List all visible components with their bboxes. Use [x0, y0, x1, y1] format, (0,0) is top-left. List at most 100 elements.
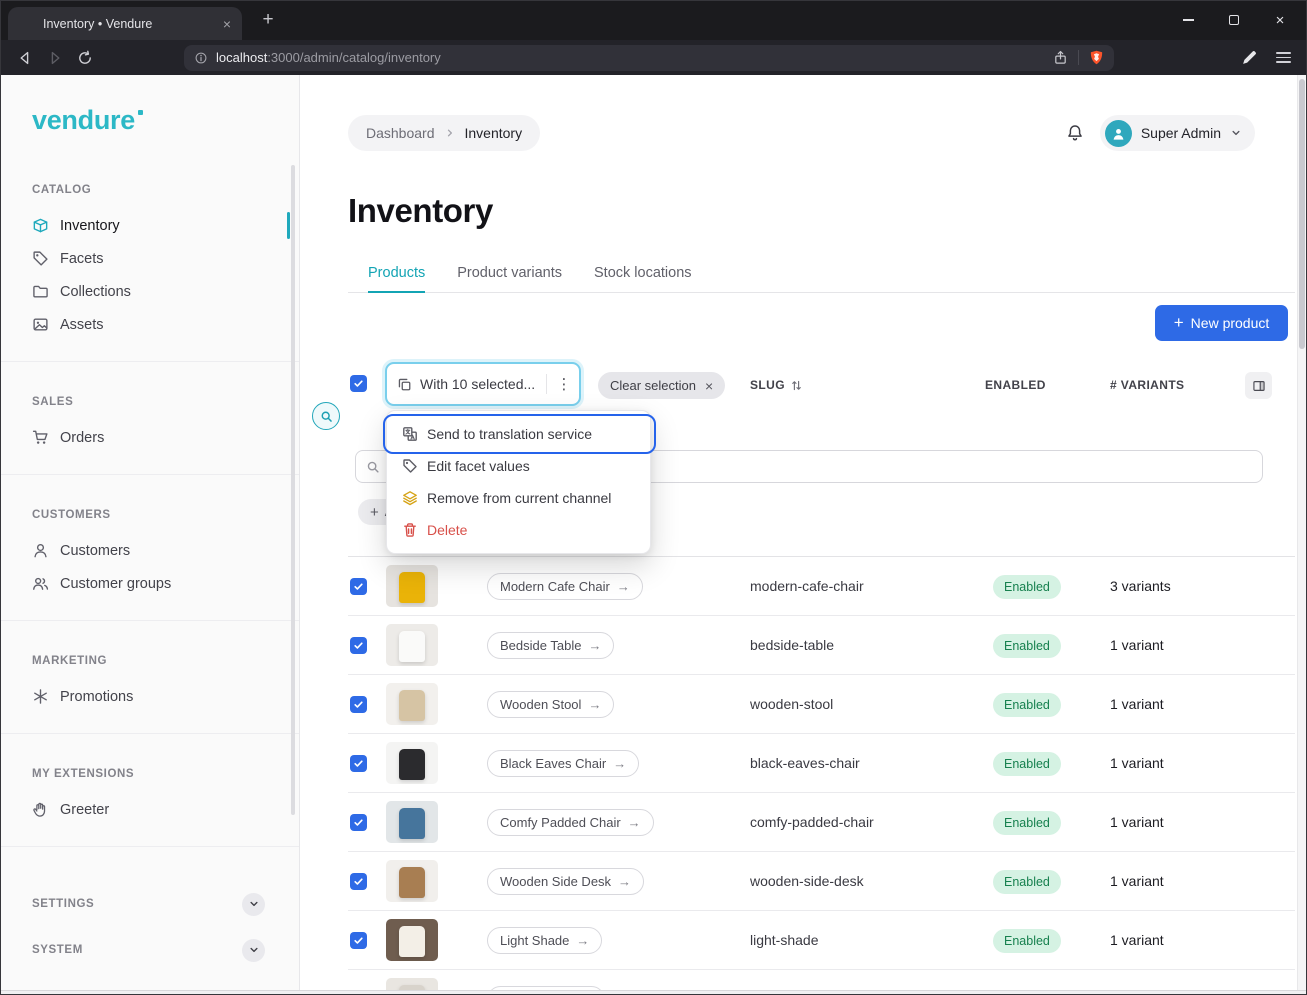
column-header-slug[interactable]: SLUG	[750, 378, 803, 392]
close-icon[interactable]: ×	[705, 378, 713, 394]
row-checkbox[interactable]	[350, 696, 367, 713]
browser-forward-button[interactable]	[40, 44, 70, 72]
columns-icon	[1252, 379, 1266, 393]
with-selected-button[interactable]: With 10 selected... ⋮	[385, 362, 581, 406]
product-name-link[interactable]: Wooden Side Desk→	[487, 868, 644, 895]
column-settings-button[interactable]	[1245, 372, 1272, 399]
menu-item-remove-from-channel[interactable]: Remove from current channel	[393, 483, 644, 513]
kebab-menu-icon[interactable]: ⋮	[555, 375, 573, 393]
section-label: SYSTEM	[32, 944, 83, 956]
status-badge: Enabled	[993, 752, 1061, 776]
sidebar-section-system[interactable]: SYSTEM	[0, 927, 299, 973]
chevron-down-icon	[1230, 127, 1242, 139]
menu-item-send-to-translation[interactable]: Send to translation service	[393, 419, 644, 449]
sidebar: vendure CATALOG Inventory Facets Collect…	[0, 75, 300, 995]
browser-reload-button[interactable]	[70, 44, 100, 72]
tab-stock-locations[interactable]: Stock locations	[594, 253, 692, 292]
product-image	[386, 683, 438, 725]
page-scrollbar[interactable]	[1297, 75, 1307, 995]
selection-icon	[397, 377, 412, 392]
row-checkbox[interactable]	[350, 932, 367, 949]
sidebar-item-orders[interactable]: Orders	[0, 421, 299, 454]
row-checkbox[interactable]	[350, 755, 367, 772]
chevron-right-icon	[444, 127, 456, 139]
sidebar-item-collections[interactable]: Collections	[0, 275, 299, 308]
translate-icon	[402, 426, 418, 442]
row-checkbox[interactable]	[350, 873, 367, 890]
share-icon[interactable]	[1053, 50, 1068, 65]
row-checkbox[interactable]	[350, 637, 367, 654]
topbar-right: Super Admin	[1066, 115, 1255, 151]
menu-item-delete[interactable]: Delete	[393, 515, 644, 545]
user-menu[interactable]: Super Admin	[1100, 115, 1255, 151]
product-name-link[interactable]: Light Shade→	[487, 927, 602, 954]
sidebar-item-facets[interactable]: Facets	[0, 242, 299, 275]
sidebar-item-assets[interactable]: Assets	[0, 308, 299, 341]
new-product-button[interactable]: + New product	[1155, 305, 1288, 341]
product-image	[386, 919, 438, 961]
tab-product-variants[interactable]: Product variants	[457, 253, 562, 292]
sidebar-item-label: Orders	[60, 430, 104, 446]
pencil-icon[interactable]	[1241, 49, 1258, 66]
browser-tab[interactable]: Inventory • Vendure ×	[8, 7, 242, 40]
url-bar[interactable]: localhost:3000/admin/catalog/inventory	[184, 45, 1114, 71]
tab-close-icon[interactable]: ×	[220, 16, 234, 32]
url-host: localhost	[216, 50, 267, 65]
row-checkbox[interactable]	[350, 578, 367, 595]
product-name-link[interactable]: Wooden Stool→	[487, 691, 614, 718]
sidebar-item-customers[interactable]: Customers	[0, 534, 299, 567]
page-title: Inventory	[348, 192, 493, 230]
product-name-link[interactable]: Comfy Padded Chair→	[487, 809, 654, 836]
window-close-button[interactable]: ×	[1257, 0, 1303, 40]
window-minimize-button[interactable]	[1165, 0, 1211, 40]
sidebar-item-label: Customer groups	[60, 576, 171, 592]
browser-back-button[interactable]	[10, 44, 40, 72]
tab-products[interactable]: Products	[368, 253, 425, 292]
nav-section-label: SALES	[0, 396, 299, 408]
arrow-right-icon: →	[618, 874, 631, 889]
sidebar-item-greeter[interactable]: Greeter	[0, 793, 299, 826]
row-checkbox[interactable]	[350, 814, 367, 831]
tag-icon	[402, 458, 418, 474]
table-row: Light Shade→ light-shade Enabled 1 varia…	[348, 911, 1295, 970]
product-name-link[interactable]: Bedside Table→	[487, 632, 614, 659]
chevron-down-icon[interactable]	[242, 939, 265, 962]
product-image	[386, 801, 438, 843]
chevron-down-icon[interactable]	[242, 893, 265, 916]
table-header-row: With 10 selected... ⋮ Clear selection × …	[348, 360, 1272, 410]
product-slug: wooden-side-desk	[750, 873, 864, 889]
sidebar-section-settings[interactable]: SETTINGS	[0, 881, 299, 927]
product-name-link[interactable]: Modern Cafe Chair→	[487, 573, 643, 600]
search-button[interactable]	[312, 402, 340, 430]
window-maximize-button[interactable]	[1211, 0, 1257, 40]
new-tab-button[interactable]: +	[256, 8, 280, 32]
browser-menu-icon[interactable]	[1276, 52, 1291, 63]
breadcrumb-dashboard[interactable]: Dashboard	[366, 125, 435, 141]
url-actions	[1053, 50, 1104, 65]
sidebar-scrollbar[interactable]	[291, 165, 295, 815]
status-badge: Enabled	[993, 929, 1061, 953]
sidebar-item-customer-groups[interactable]: Customer groups	[0, 567, 299, 600]
with-selected-label: With 10 selected...	[420, 376, 535, 392]
variant-count: 1 variant	[1110, 814, 1164, 830]
notifications-bell-icon[interactable]	[1066, 124, 1084, 142]
product-name: Light Shade	[500, 933, 569, 948]
sidebar-item-promotions[interactable]: Promotions	[0, 680, 299, 713]
main-content: Dashboard Inventory Super Admin Inventor…	[300, 75, 1307, 995]
clear-selection-button[interactable]: Clear selection ×	[598, 372, 725, 399]
sidebar-nav: CATALOG Inventory Facets Collections	[0, 184, 299, 973]
sidebar-item-label: Greeter	[60, 802, 109, 818]
sidebar-item-label: Assets	[60, 317, 104, 333]
product-image	[386, 742, 438, 784]
scrollbar-thumb[interactable]	[1299, 79, 1305, 349]
product-name: Bedside Table	[500, 638, 581, 653]
select-all-checkbox[interactable]	[350, 375, 367, 392]
product-name-link[interactable]: Black Eaves Chair→	[487, 750, 639, 777]
arrow-right-icon: →	[617, 579, 630, 594]
sidebar-item-inventory[interactable]: Inventory	[0, 209, 299, 242]
nav-section-sales: SALES Orders	[0, 396, 299, 475]
menu-item-edit-facet-values[interactable]: Edit facet values	[393, 451, 644, 481]
brave-shield-icon[interactable]	[1089, 50, 1104, 65]
sort-icon[interactable]	[790, 379, 803, 392]
site-info-icon[interactable]	[194, 51, 208, 65]
